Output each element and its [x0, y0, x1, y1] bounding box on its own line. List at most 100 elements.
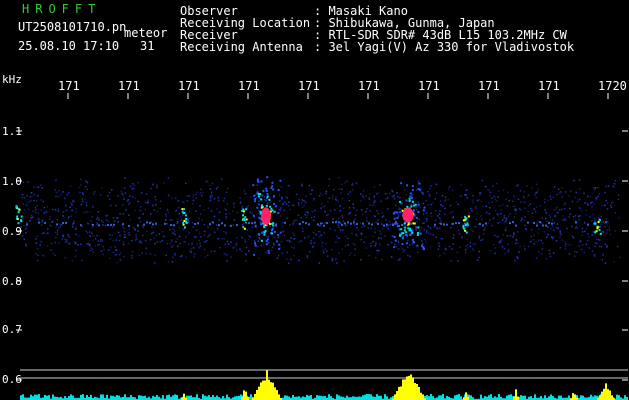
noise-speck: [546, 226, 549, 228]
noise-speck: [502, 219, 504, 221]
noise-speck: [343, 207, 345, 209]
noise-speck: [439, 227, 441, 229]
intensity-spike: [406, 376, 408, 400]
intensity-spike: [264, 380, 266, 400]
intensity-bar: [22, 394, 24, 400]
noise-speck: [92, 206, 94, 209]
noise-speck: [139, 220, 142, 223]
echo-speck: [242, 214, 244, 217]
noise-speck: [530, 239, 532, 242]
noise-speck: [606, 208, 609, 210]
noise-speck: [340, 183, 343, 186]
carrier-speck: [62, 221, 64, 224]
noise-speck: [617, 198, 619, 201]
noise-speck: [174, 233, 176, 236]
noise-speck: [80, 178, 82, 181]
noise-speck: [365, 236, 367, 238]
carrier-speck: [320, 222, 322, 225]
echo-speck: [269, 205, 272, 208]
noise-speck: [85, 201, 88, 204]
noise-speck: [440, 204, 442, 206]
noise-speck: [204, 256, 206, 258]
echo-speck: [252, 214, 255, 217]
carrier-speck: [410, 222, 412, 225]
noise-speck: [438, 245, 441, 247]
intensity-bar: [52, 394, 54, 400]
noise-speck: [91, 232, 93, 234]
noise-speck: [386, 197, 389, 199]
noise-speck: [398, 232, 401, 235]
noise-speck: [607, 202, 609, 204]
noise-speck: [472, 248, 474, 250]
noise-speck: [292, 223, 294, 225]
carrier-speck: [446, 223, 448, 226]
noise-speck: [150, 232, 153, 235]
noise-speck: [55, 195, 57, 198]
noise-speck: [574, 250, 576, 253]
echo-speck: [396, 211, 398, 214]
noise-speck: [600, 216, 602, 218]
noise-speck: [429, 195, 431, 197]
carrier-speck: [371, 223, 373, 226]
noise-speck: [342, 229, 344, 231]
noise-speck: [349, 191, 352, 193]
noise-speck: [584, 221, 586, 224]
noise-speck: [62, 211, 65, 213]
noise-speck: [336, 262, 338, 264]
noise-speck: [39, 244, 41, 246]
noise-speck: [365, 217, 368, 219]
noise-speck: [544, 209, 546, 211]
noise-speck: [58, 189, 60, 192]
noise-speck: [21, 193, 24, 196]
intensity-bar: [426, 395, 428, 400]
noise-speck: [468, 212, 470, 215]
noise-speck: [604, 225, 606, 228]
noise-speck: [207, 236, 209, 238]
noise-speck: [509, 234, 512, 237]
intensity-bar: [330, 396, 332, 400]
noise-speck: [360, 239, 362, 241]
noise-speck: [498, 205, 501, 207]
carrier-speck: [209, 223, 211, 226]
noise-speck: [333, 209, 336, 211]
noise-speck: [71, 203, 73, 206]
noise-speck: [538, 251, 540, 253]
noise-speck: [34, 211, 37, 214]
noise-speck: [25, 232, 27, 234]
noise-speck: [57, 195, 60, 198]
noise-speck: [593, 203, 596, 206]
intensity-bar: [558, 395, 560, 400]
noise-speck: [87, 222, 90, 225]
noise-speck: [67, 234, 69, 236]
intensity-bar: [560, 395, 562, 400]
noise-speck: [120, 190, 123, 193]
noise-speck: [32, 216, 34, 218]
noise-speck: [280, 240, 283, 243]
echo-speck: [182, 221, 185, 224]
intensity-spike: [609, 390, 611, 400]
noise-speck: [165, 254, 167, 257]
noise-speck: [403, 249, 406, 251]
noise-speck: [513, 216, 516, 218]
noise-speck: [531, 212, 534, 214]
noise-speck: [118, 239, 121, 242]
noise-speck: [269, 202, 272, 204]
noise-speck: [604, 204, 606, 206]
intensity-spike: [574, 394, 576, 400]
noise-speck: [539, 205, 542, 207]
noise-speck: [301, 185, 303, 187]
echo-speck: [462, 219, 465, 222]
noise-speck: [57, 210, 60, 212]
intensity-bar: [288, 396, 290, 400]
noise-speck: [186, 200, 188, 202]
noise-speck: [190, 248, 192, 250]
noise-speck: [327, 213, 329, 216]
noise-speck: [515, 238, 518, 241]
noise-speck: [565, 243, 567, 245]
noise-speck: [308, 251, 311, 253]
noise-speck: [258, 257, 260, 259]
noise-speck: [359, 222, 362, 225]
noise-speck: [504, 253, 506, 255]
echo-speck: [254, 244, 257, 247]
noise-speck: [156, 210, 159, 213]
